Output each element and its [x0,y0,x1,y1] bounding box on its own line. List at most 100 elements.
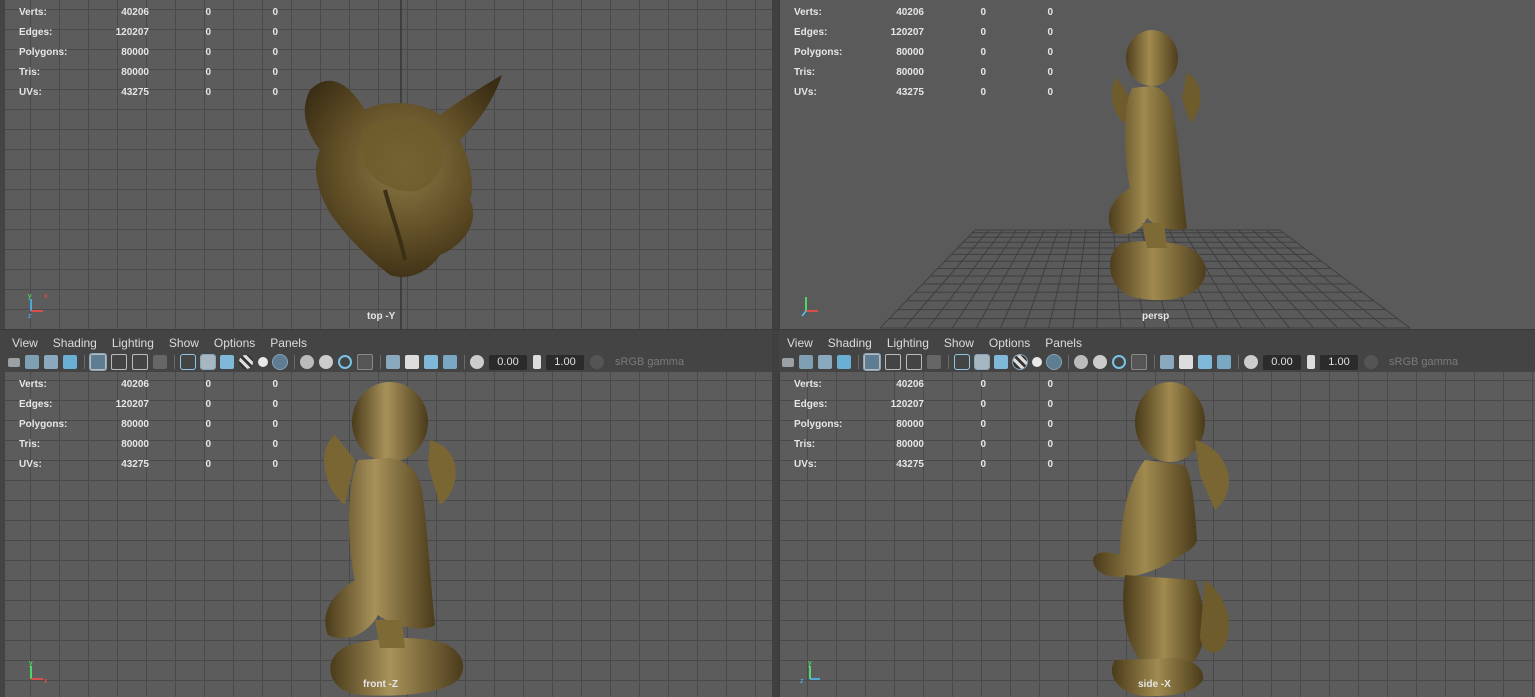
gamma-icon[interactable] [1307,355,1315,369]
isolate-select-icon[interactable] [272,354,288,370]
exposure-field[interactable]: 0.00 [1263,354,1301,370]
statue-side-view[interactable] [1085,380,1245,697]
statue-persp-view[interactable] [1102,28,1222,303]
menu-options[interactable]: Options [989,336,1030,350]
shadows-icon[interactable] [1074,355,1088,369]
xray-icon[interactable] [1179,355,1193,369]
color-space-label[interactable]: sRGB gamma [615,356,684,368]
menu-shading[interactable]: Shading [828,336,872,350]
grid-line [1210,229,1290,329]
motion-blur-icon[interactable] [338,355,352,369]
grid-line [1048,229,1073,329]
menu-lighting[interactable]: Lighting [112,336,154,350]
hud-row-tris: Tris: 80000 0 0 [794,438,1053,450]
exposure-icon[interactable] [1244,355,1258,369]
xray-components-icon[interactable] [443,355,457,369]
menu-view[interactable]: View [787,336,813,350]
statue-top-view[interactable] [290,70,505,285]
svg-text:y: y [29,660,33,667]
grid-line [1024,229,1059,329]
textured-icon[interactable] [239,355,253,369]
grid-line [1238,229,1339,329]
color-space-label[interactable]: sRGB gamma [1389,356,1458,368]
grid-icon[interactable] [89,353,107,371]
hud-stats-top: Verts: 40206 0 0 Edges: 120207 0 0 Polygons: 80… [19,2,278,102]
screen-space-ao-icon[interactable] [319,355,333,369]
image-plane-icon[interactable] [837,355,851,369]
film-gate-icon[interactable] [885,354,901,370]
xray-components-icon[interactable] [1217,355,1231,369]
menu-show[interactable]: Show [944,336,974,350]
lights-icon[interactable] [1032,357,1042,367]
menu-options[interactable]: Options [214,336,255,350]
anti-aliasing-icon[interactable] [1131,354,1147,370]
toolbar-separator [858,355,859,369]
statue-front-view[interactable] [310,380,475,697]
menu-lighting[interactable]: Lighting [887,336,929,350]
camera-attributes-icon[interactable] [25,355,39,369]
color-management-icon[interactable] [590,355,604,369]
hud-row-uvs: UVs: 43275 0 0 [794,458,1053,470]
wireframe-icon[interactable] [954,354,970,370]
motion-blur-icon[interactable] [1112,355,1126,369]
bookmarks-icon[interactable] [818,355,832,369]
shadows-icon[interactable] [300,355,314,369]
resolution-gate-icon[interactable] [132,354,148,370]
lights-icon[interactable] [258,357,268,367]
viewport-top[interactable]: Verts: 40206 0 0 Edges: 120207 0 0 Polygons: 80… [5,0,772,329]
viewport-divider-vertical[interactable] [772,0,779,697]
gamma-icon[interactable] [533,355,541,369]
menu-view[interactable]: View [12,336,38,350]
gamma-field[interactable]: 1.00 [546,354,584,370]
wireframe-icon[interactable] [180,354,196,370]
isolate-select-icon[interactable] [1046,354,1062,370]
axis-gizmo-side-icon: y z [800,660,820,685]
menu-panels[interactable]: Panels [270,336,307,350]
menu-shading[interactable]: Shading [53,336,97,350]
select-tool-icon[interactable] [386,355,400,369]
gamma-field[interactable]: 1.00 [1320,354,1358,370]
color-management-icon[interactable] [1364,355,1378,369]
xray-joints-icon[interactable] [424,355,438,369]
screen-space-ao-icon[interactable] [1093,355,1107,369]
camera-label-persp: persp [1142,311,1170,322]
wireframe-on-shaded-icon[interactable] [994,355,1008,369]
viewport-divider-horizontal[interactable] [0,329,1535,330]
menu-panels[interactable]: Panels [1045,336,1082,350]
exposure-icon[interactable] [470,355,484,369]
gate-mask-icon[interactable] [153,355,167,369]
menu-show[interactable]: Show [169,336,199,350]
textured-icon[interactable] [1012,354,1028,370]
select-tool-icon[interactable] [1160,355,1174,369]
toolbar-separator [948,355,949,369]
camera-icon[interactable] [782,357,794,367]
hud-row-edges: Edges: 120207 0 0 [794,26,1053,38]
viewport-front[interactable]: Verts: 40206 0 0 Edges: 120207 0 0 Polygons: 80… [5,372,772,697]
camera-attributes-icon[interactable] [799,355,813,369]
xray-icon[interactable] [405,355,419,369]
grid-line [1096,229,1101,329]
svg-text:z: z [28,313,32,319]
viewport-side[interactable]: Verts: 40206 0 0 Edges: 120207 0 0 Polygons: 80… [779,372,1535,697]
toolbar-separator [380,355,381,369]
hud-row-polygons: Polygons: 80000 0 0 [794,418,1053,430]
hud-stats-front: Verts: 40206 0 0 Edges: 120207 0 0 Polygons: 80… [19,374,278,474]
gate-mask-icon[interactable] [927,355,941,369]
toolbar-separator [294,355,295,369]
camera-icon[interactable] [8,357,20,367]
viewport-persp[interactable]: Verts: 40206 0 0 Edges: 120207 0 0 Polygons: 80… [779,0,1535,329]
film-gate-icon[interactable] [111,354,127,370]
hud-row-edges: Edges: 120207 0 0 [19,398,278,410]
smooth-shade-icon[interactable] [974,354,990,370]
hud-row-polygons: Polygons: 80000 0 0 [19,46,278,58]
grid-icon[interactable] [863,353,881,371]
bookmarks-icon[interactable] [44,355,58,369]
smooth-shade-icon[interactable] [200,354,216,370]
exposure-field[interactable]: 0.00 [489,354,527,370]
image-plane-icon[interactable] [63,355,77,369]
xray-joints-icon[interactable] [1198,355,1212,369]
hud-row-tris: Tris: 80000 0 0 [19,66,278,78]
anti-aliasing-icon[interactable] [357,354,373,370]
wireframe-on-shaded-icon[interactable] [220,355,234,369]
resolution-gate-icon[interactable] [906,354,922,370]
